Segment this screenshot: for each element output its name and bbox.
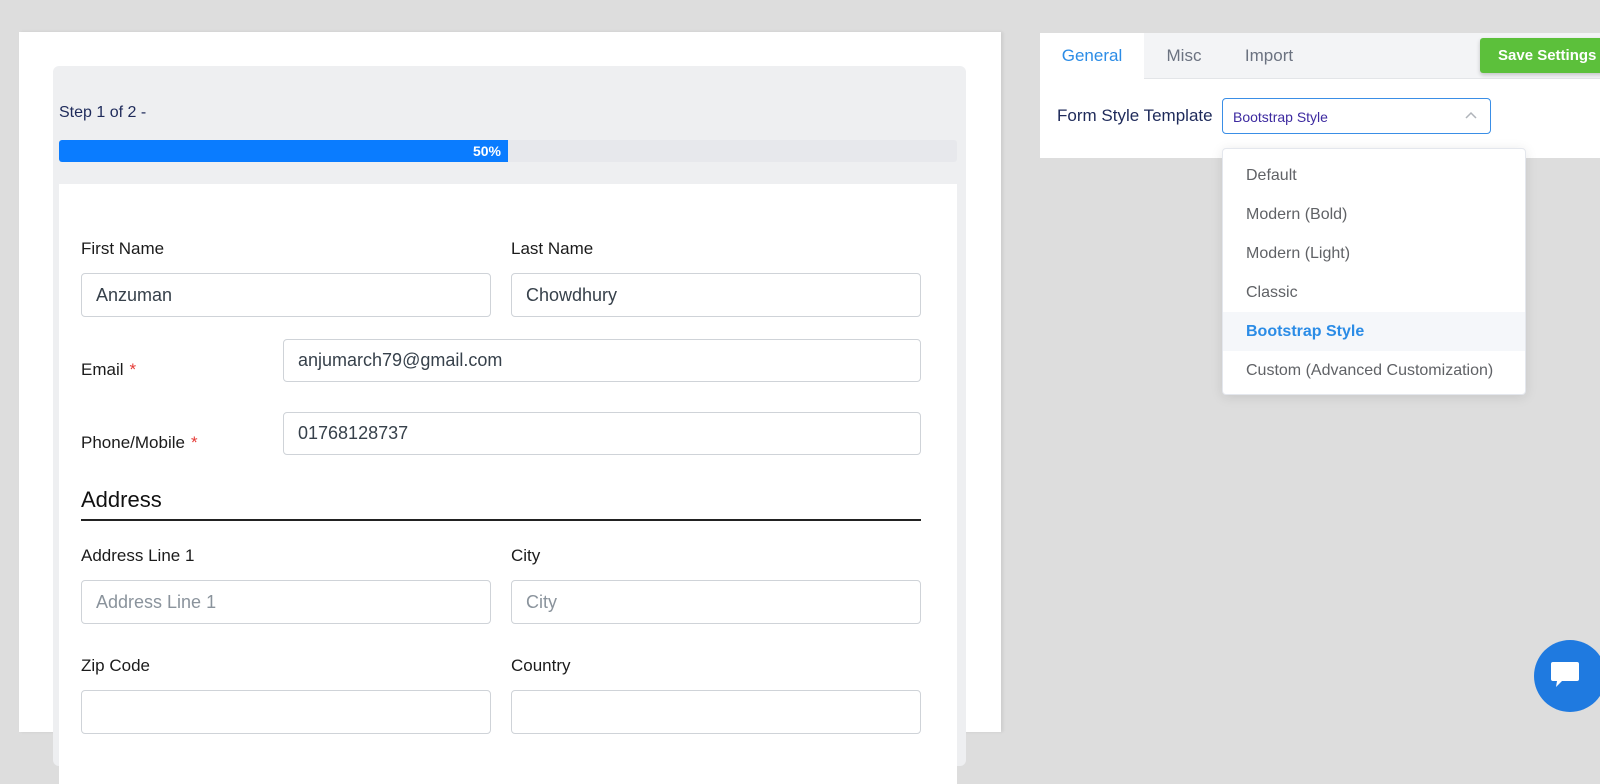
address-line1-label: Address Line 1: [81, 546, 195, 565]
form-style-select[interactable]: Bootstrap Style: [1222, 98, 1491, 134]
first-name-input[interactable]: [81, 273, 491, 317]
country-label: Country: [511, 656, 571, 675]
save-settings-button[interactable]: Save Settings: [1480, 38, 1600, 73]
country-select[interactable]: [511, 690, 921, 734]
style-option-modern-bold[interactable]: Modern (Bold): [1223, 195, 1525, 234]
tab-misc[interactable]: Misc: [1144, 33, 1224, 78]
step-indicator: Step 1 of 2 -: [59, 104, 147, 121]
last-name-label: Last Name: [511, 239, 594, 258]
zip-code-input[interactable]: [81, 690, 491, 734]
required-mark: *: [129, 360, 137, 379]
style-option-classic[interactable]: Classic: [1223, 273, 1525, 312]
chat-icon: [1551, 662, 1579, 687]
tab-general[interactable]: General: [1040, 33, 1144, 79]
style-option-bootstrap[interactable]: Bootstrap Style: [1223, 312, 1525, 351]
progress-fill: 50%: [59, 140, 508, 162]
address-section-title: Address: [81, 487, 921, 521]
chat-launcher-button[interactable]: [1534, 640, 1600, 712]
form-style-dropdown: Default Modern (Bold) Modern (Light) Cla…: [1222, 148, 1526, 395]
required-mark: *: [190, 433, 198, 452]
tab-import[interactable]: Import: [1224, 33, 1314, 78]
form-style-selected-value: Bootstrap Style: [1233, 109, 1328, 125]
email-label: Email *: [81, 360, 136, 380]
last-name-input[interactable]: [511, 273, 921, 317]
phone-input[interactable]: [283, 412, 921, 455]
progress-label: 50%: [472, 143, 501, 159]
first-name-label: First Name: [81, 239, 165, 258]
form-style-template-label: Form Style Template: [1057, 106, 1213, 125]
email-input[interactable]: [283, 339, 921, 382]
phone-label-text: Phone/Mobile: [81, 433, 185, 452]
style-option-default[interactable]: Default: [1223, 156, 1525, 195]
style-option-modern-light[interactable]: Modern (Light): [1223, 234, 1525, 273]
email-label-text: Email: [81, 360, 124, 379]
address-line1-input[interactable]: [81, 580, 491, 624]
progress-bar: 50%: [59, 140, 957, 162]
form-container: Step 1 of 2 - 50% First Name Last Name E…: [53, 66, 966, 784]
zip-code-label: Zip Code: [81, 656, 150, 675]
city-label: City: [511, 546, 541, 565]
phone-label: Phone/Mobile *: [81, 433, 198, 453]
form-card: First Name Last Name Email * Phone/Mobile…: [59, 184, 957, 784]
style-option-custom[interactable]: Custom (Advanced Customization): [1223, 351, 1525, 390]
form-preview-panel: Step 1 of 2 - 50% First Name Last Name E…: [19, 32, 1001, 784]
city-input[interactable]: [511, 580, 921, 624]
chevron-up-icon: [1465, 111, 1477, 119]
